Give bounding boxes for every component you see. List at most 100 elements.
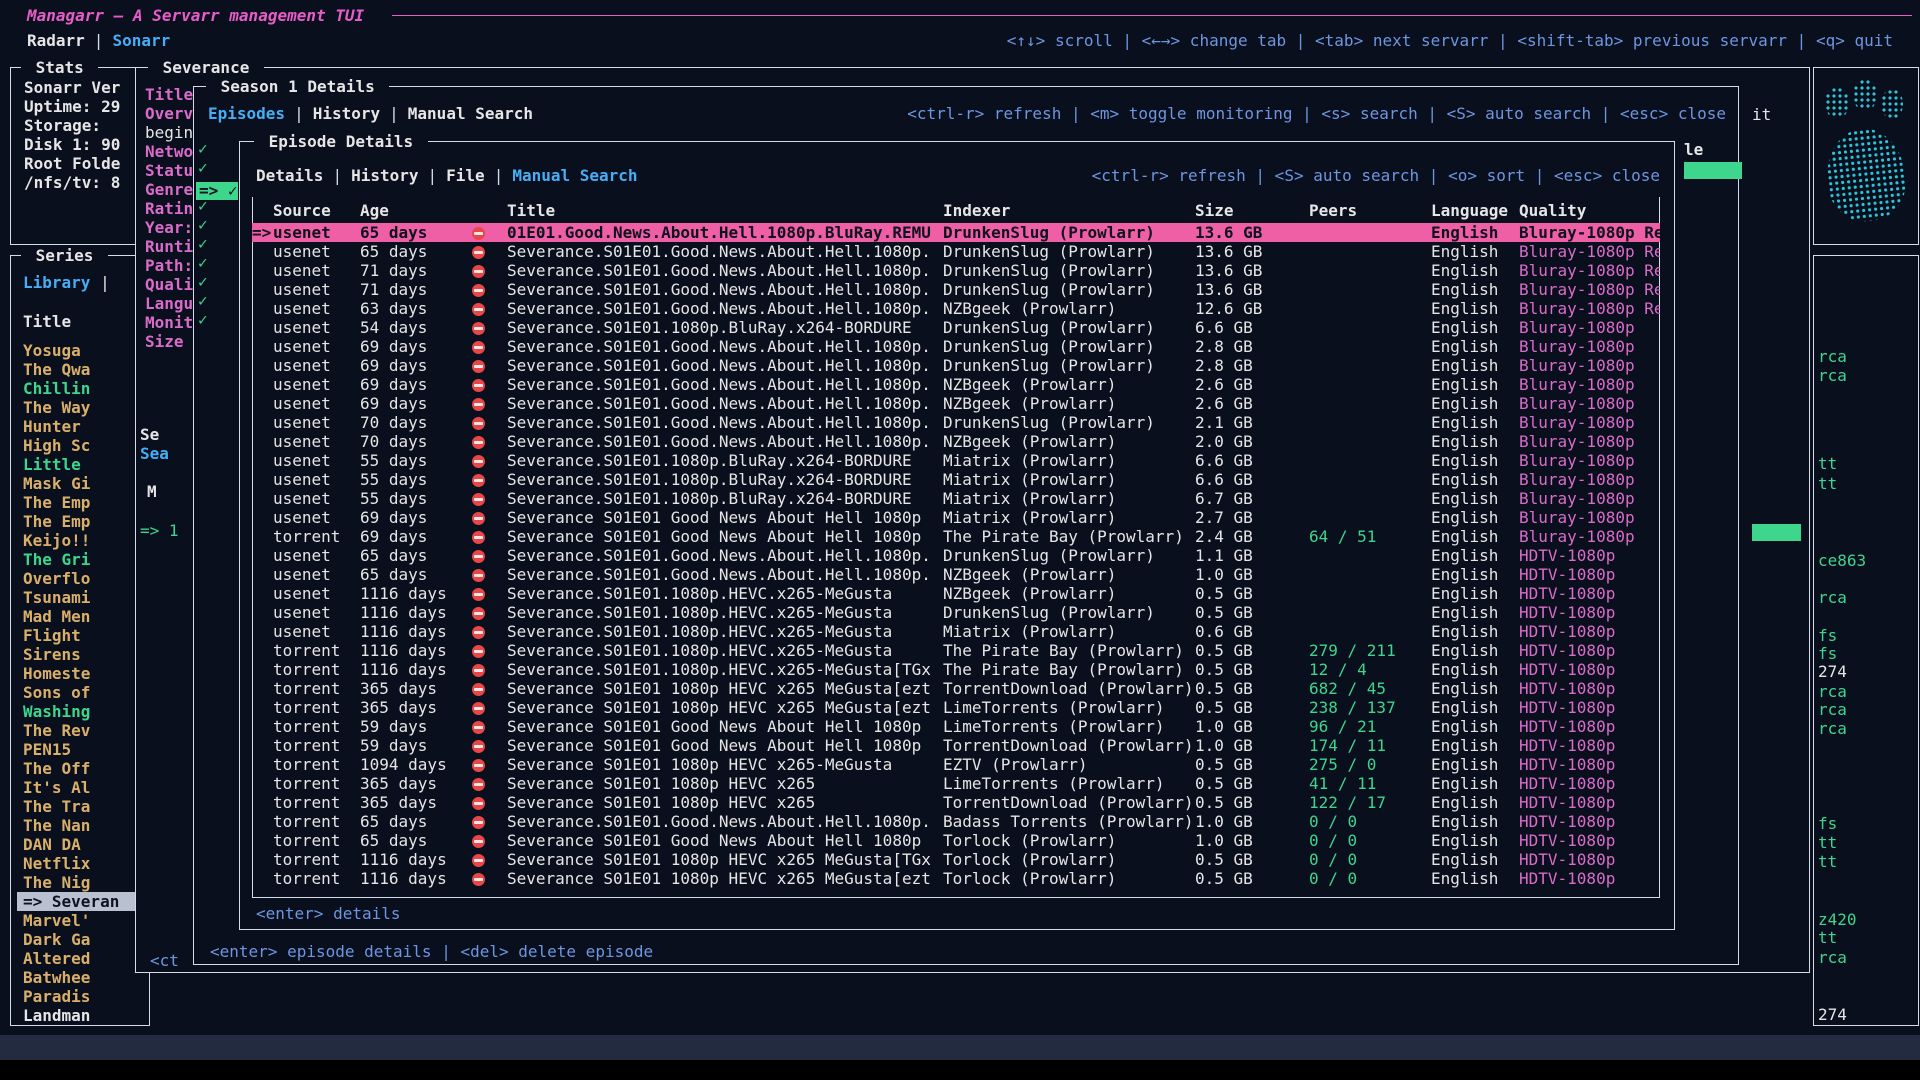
- release-row[interactable]: usenet65 daysSeverance.S01E01.Good.News.…: [252, 242, 1660, 261]
- release-row[interactable]: usenet55 daysSeverance.S01E01.1080p.BluR…: [252, 470, 1660, 489]
- monitored-icon: ✓: [198, 234, 208, 253]
- series-item[interactable]: The Gri: [17, 550, 146, 569]
- release-row[interactable]: torrent65 daysSeverance.S01E01.Good.News…: [252, 812, 1660, 831]
- series-item[interactable]: Hunter: [17, 417, 146, 436]
- series-item[interactable]: Washing: [17, 702, 146, 721]
- release-row[interactable]: torrent65 daysSeverance S01E01 Good News…: [252, 831, 1660, 850]
- series-item[interactable]: The Way: [17, 398, 146, 417]
- release-row[interactable]: torrent1116 daysSeverance.S01E01.1080p.H…: [252, 660, 1660, 679]
- cell-source: usenet: [273, 280, 360, 299]
- cell-size: 0.6 GB: [1195, 622, 1309, 641]
- series-item[interactable]: The Qwa: [17, 360, 146, 379]
- tab-history[interactable]: History: [351, 166, 418, 185]
- series-item[interactable]: The Emp: [17, 493, 146, 512]
- release-row[interactable]: =>usenet65 days01E01.Good.News.About.Hel…: [252, 223, 1660, 242]
- release-row[interactable]: torrent59 daysSeverance S01E01 Good News…: [252, 717, 1660, 736]
- cell-source: torrent: [273, 831, 360, 850]
- release-row[interactable]: usenet55 daysSeverance.S01E01.1080p.BluR…: [252, 489, 1660, 508]
- series-item[interactable]: Tsunami: [17, 588, 146, 607]
- series-item[interactable]: Batwhee: [17, 968, 146, 987]
- release-row[interactable]: usenet69 daysSeverance.S01E01.Good.News.…: [252, 375, 1660, 394]
- release-row[interactable]: torrent1116 daysSeverance S01E01 1080p H…: [252, 869, 1660, 888]
- release-row[interactable]: torrent1094 daysSeverance S01E01 1080p H…: [252, 755, 1660, 774]
- tab-manual-search[interactable]: Manual Search: [512, 166, 637, 185]
- series-item[interactable]: Paradis: [17, 987, 146, 1006]
- series-item[interactable]: Homeste: [17, 664, 146, 683]
- release-row[interactable]: usenet1116 daysSeverance.S01E01.1080p.HE…: [252, 622, 1660, 641]
- release-row[interactable]: torrent1116 daysSeverance.S01E01.1080p.H…: [252, 641, 1660, 660]
- release-row[interactable]: usenet70 daysSeverance.S01E01.Good.News.…: [252, 413, 1660, 432]
- series-item[interactable]: Sons of: [17, 683, 146, 702]
- series-item[interactable]: PEN15: [17, 740, 146, 759]
- release-row[interactable]: torrent365 daysSeverance S01E01 1080p HE…: [252, 679, 1660, 698]
- series-item[interactable]: Landman: [17, 1006, 146, 1025]
- release-row[interactable]: usenet1116 daysSeverance.S01E01.1080p.HE…: [252, 584, 1660, 603]
- release-row[interactable]: usenet70 daysSeverance.S01E01.Good.News.…: [252, 432, 1660, 451]
- tab-radarr[interactable]: Radarr: [27, 31, 85, 50]
- cell-size: 1.0 GB: [1195, 812, 1309, 831]
- series-item[interactable]: The Off: [17, 759, 146, 778]
- release-row[interactable]: usenet63 daysSeverance.S01E01.Good.News.…: [252, 299, 1660, 318]
- release-row[interactable]: usenet55 daysSeverance.S01E01.1080p.BluR…: [252, 451, 1660, 470]
- series-item[interactable]: The Emp: [17, 512, 146, 531]
- tab-file[interactable]: File: [446, 166, 485, 185]
- cell-language: English: [1431, 356, 1519, 375]
- cell-indexer: LimeTorrents (Prowlarr): [943, 717, 1195, 736]
- tab-details[interactable]: Details: [256, 166, 323, 185]
- release-row[interactable]: usenet1116 daysSeverance.S01E01.1080p.HE…: [252, 603, 1660, 622]
- series-item[interactable]: Mad Men: [17, 607, 146, 626]
- series-item[interactable]: Netflix: [17, 854, 146, 873]
- series-item[interactable]: The Nan: [17, 816, 146, 835]
- series-field-labels: TitleOvervbeginNetwoStatuGenreRatinYear:…: [145, 85, 194, 351]
- release-row[interactable]: torrent59 daysSeverance S01E01 Good News…: [252, 736, 1660, 755]
- cell-age: 59 days: [360, 736, 456, 755]
- release-row[interactable]: usenet71 daysSeverance.S01E01.Good.News.…: [252, 261, 1660, 280]
- release-row[interactable]: usenet69 daysSeverance S01E01 Good News …: [252, 508, 1660, 527]
- tab-history[interactable]: History: [313, 104, 380, 123]
- cell-quality: Bluray-1080p: [1519, 508, 1660, 527]
- tab-manual-search[interactable]: Manual Search: [408, 104, 533, 123]
- tab-sonarr[interactable]: Sonarr: [112, 31, 170, 50]
- cell-rejection: [456, 470, 507, 489]
- release-row[interactable]: usenet69 daysSeverance.S01E01.Good.News.…: [252, 337, 1660, 356]
- release-row[interactable]: usenet54 daysSeverance.S01E01.1080p.BluR…: [252, 318, 1660, 337]
- release-row[interactable]: torrent365 daysSeverance S01E01 1080p HE…: [252, 698, 1660, 717]
- release-row[interactable]: usenet65 daysSeverance.S01E01.Good.News.…: [252, 546, 1660, 565]
- series-item[interactable]: Little: [17, 455, 146, 474]
- series-item[interactable]: Mask Gi: [17, 474, 146, 493]
- series-item[interactable]: Sirens: [17, 645, 146, 664]
- release-row[interactable]: usenet69 daysSeverance.S01E01.Good.News.…: [252, 356, 1660, 375]
- tab-episodes[interactable]: Episodes: [208, 104, 285, 123]
- library-tab-label[interactable]: Library: [23, 273, 90, 292]
- cell-language: English: [1431, 318, 1519, 337]
- series-item[interactable]: High Sc: [17, 436, 146, 455]
- series-item[interactable]: Overflo: [17, 569, 146, 588]
- release-row[interactable]: torrent365 daysSeverance S01E01 1080p HE…: [252, 774, 1660, 793]
- series-item[interactable]: Keijo!!: [17, 531, 146, 550]
- release-row[interactable]: usenet71 daysSeverance.S01E01.Good.News.…: [252, 280, 1660, 299]
- release-row[interactable]: usenet69 daysSeverance.S01E01.Good.News.…: [252, 394, 1660, 413]
- cell-age: 70 days: [360, 413, 456, 432]
- episode-footer-help: <enter> details: [256, 904, 401, 923]
- series-item[interactable]: Yosuga: [17, 341, 146, 360]
- series-item[interactable]: Flight: [17, 626, 146, 645]
- library-tab[interactable]: Library |: [23, 273, 110, 292]
- right-fragment: tt: [1818, 833, 1837, 852]
- series-item[interactable]: It's Al: [17, 778, 146, 797]
- release-row[interactable]: usenet65 daysSeverance.S01E01.Good.News.…: [252, 565, 1660, 584]
- series-item-selected[interactable]: => Severan: [17, 892, 146, 911]
- right-fragment: fs: [1818, 814, 1837, 833]
- series-item[interactable]: The Nig: [17, 873, 146, 892]
- series-item[interactable]: The Tra: [17, 797, 146, 816]
- cell-language: English: [1431, 641, 1519, 660]
- series-item[interactable]: Altered: [17, 949, 146, 968]
- release-row[interactable]: torrent69 daysSeverance S01E01 Good News…: [252, 527, 1660, 546]
- series-item[interactable]: Dark Ga: [17, 930, 146, 949]
- release-row[interactable]: torrent1116 daysSeverance S01E01 1080p H…: [252, 850, 1660, 869]
- series-item[interactable]: The Rev: [17, 721, 146, 740]
- season-gutter-selected-row[interactable]: => ✓: [196, 182, 238, 200]
- series-item[interactable]: Marvel': [17, 911, 146, 930]
- series-item[interactable]: Chillin: [17, 379, 146, 398]
- series-item[interactable]: DAN DA: [17, 835, 146, 854]
- release-row[interactable]: torrent365 daysSeverance S01E01 1080p HE…: [252, 793, 1660, 812]
